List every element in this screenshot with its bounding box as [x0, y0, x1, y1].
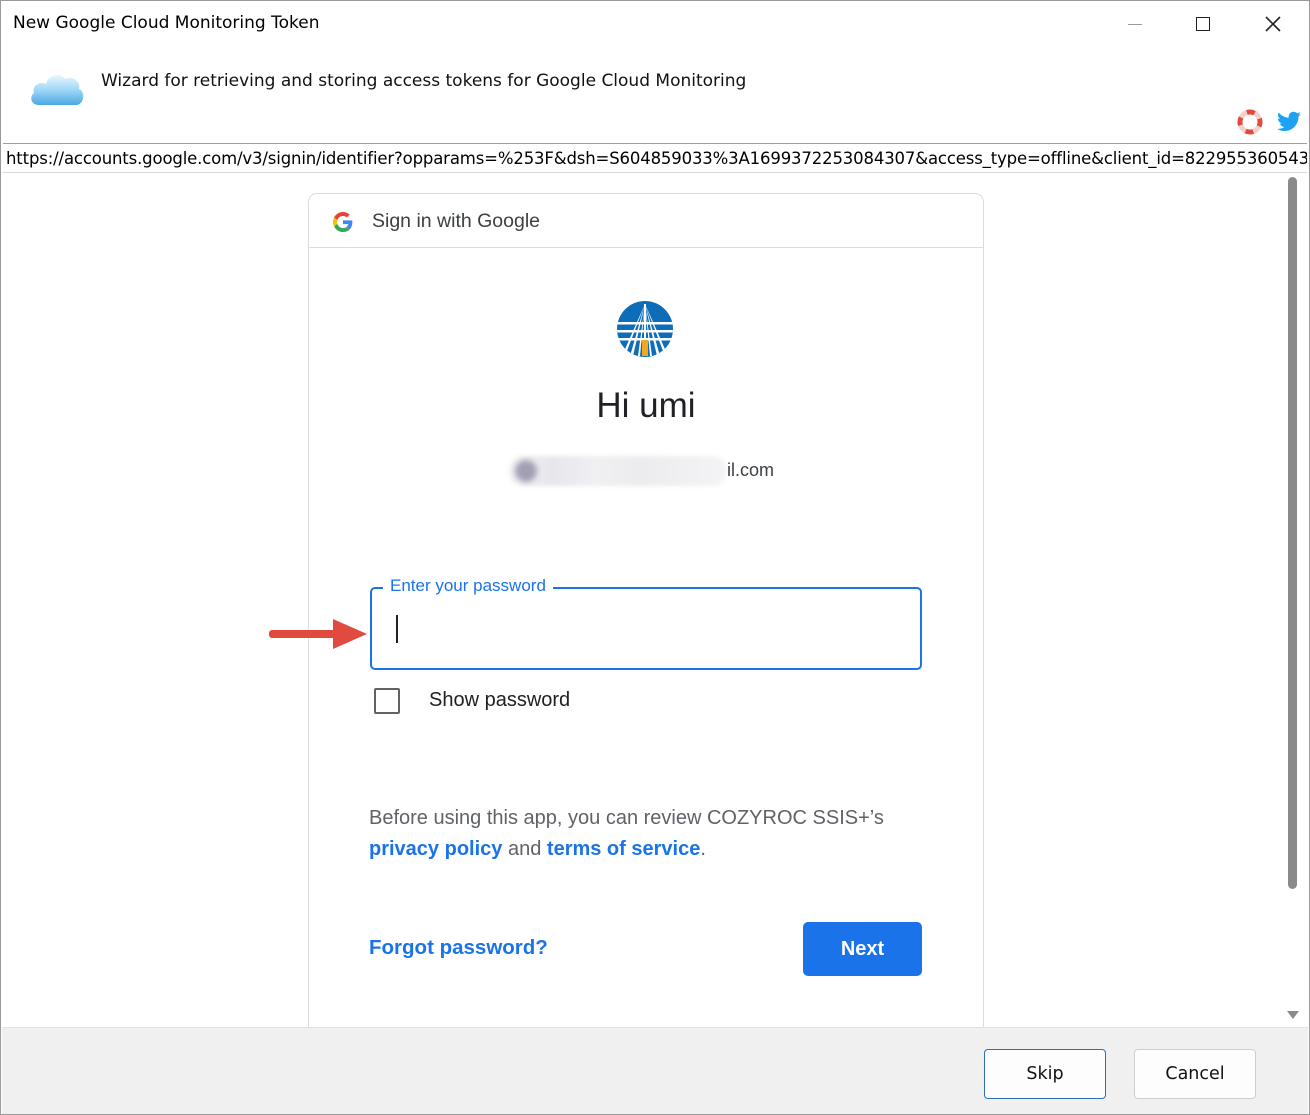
scroll-thumb[interactable]: [1288, 177, 1297, 889]
window-title: New Google Cloud Monitoring Token: [13, 13, 320, 33]
scroll-down-arrow-icon[interactable]: [1287, 1011, 1299, 1019]
title-bar[interactable]: New Google Cloud Monitoring Token: [1, 1, 1309, 47]
next-button[interactable]: Next: [803, 922, 922, 976]
wizard-footer: Skip Cancel: [2, 1027, 1308, 1114]
show-password-label[interactable]: Show password: [429, 689, 570, 712]
cancel-button[interactable]: Cancel: [1134, 1049, 1256, 1099]
google-g-icon: [333, 212, 353, 232]
account-chip[interactable]: il.com: [509, 456, 779, 486]
address-bar[interactable]: https://accounts.google.com/v3/signin/id…: [3, 143, 1307, 173]
twitter-icon[interactable]: [1275, 109, 1303, 135]
policy-text: Before using this app, you can review CO…: [369, 803, 929, 865]
help-lifebuoy-icon[interactable]: [1237, 109, 1263, 135]
policy-prefix: Before using this app, you can review CO…: [369, 807, 884, 829]
minimize-button[interactable]: [1103, 1, 1167, 47]
policy-and: and: [507, 838, 542, 860]
signin-header: Sign in with Google: [309, 194, 983, 248]
privacy-policy-link[interactable]: privacy policy: [369, 838, 502, 860]
wizard-description: Wizard for retrieving and storing access…: [101, 71, 747, 91]
close-button[interactable]: [1241, 1, 1305, 47]
browser-view: Sign in with Google Hi umi il.com Enter …: [3, 175, 1285, 1027]
red-arrow-annotation: [269, 619, 367, 649]
show-password-checkbox[interactable]: [374, 688, 400, 714]
app-logo-icon: [617, 301, 673, 357]
cloud-icon: [31, 75, 84, 105]
google-signin-card: Sign in with Google Hi umi il.com Enter …: [308, 193, 984, 1027]
close-icon: [1265, 16, 1281, 32]
token-wizard-window: New Google Cloud Monitoring Token Wizard…: [0, 0, 1310, 1115]
skip-button[interactable]: Skip: [984, 1049, 1106, 1099]
vertical-scrollbar[interactable]: [1285, 175, 1307, 1027]
text-caret: [396, 615, 398, 643]
email-suffix: il.com: [727, 460, 775, 480]
minimize-icon: [1128, 23, 1142, 25]
blurred-email: [509, 456, 727, 486]
policy-end: .: [700, 838, 706, 860]
account-avatar: [515, 460, 537, 482]
maximize-button[interactable]: [1171, 1, 1235, 47]
password-input[interactable]: [370, 587, 922, 670]
signin-header-text: Sign in with Google: [372, 210, 541, 232]
forgot-password-link[interactable]: Forgot password?: [369, 936, 548, 960]
greeting-heading: Hi umi: [596, 386, 696, 425]
password-label: Enter your password: [383, 576, 553, 596]
url-text: https://accounts.google.com/v3/signin/id…: [6, 149, 1307, 168]
terms-of-service-link[interactable]: terms of service: [547, 838, 700, 860]
maximize-icon: [1196, 17, 1210, 31]
